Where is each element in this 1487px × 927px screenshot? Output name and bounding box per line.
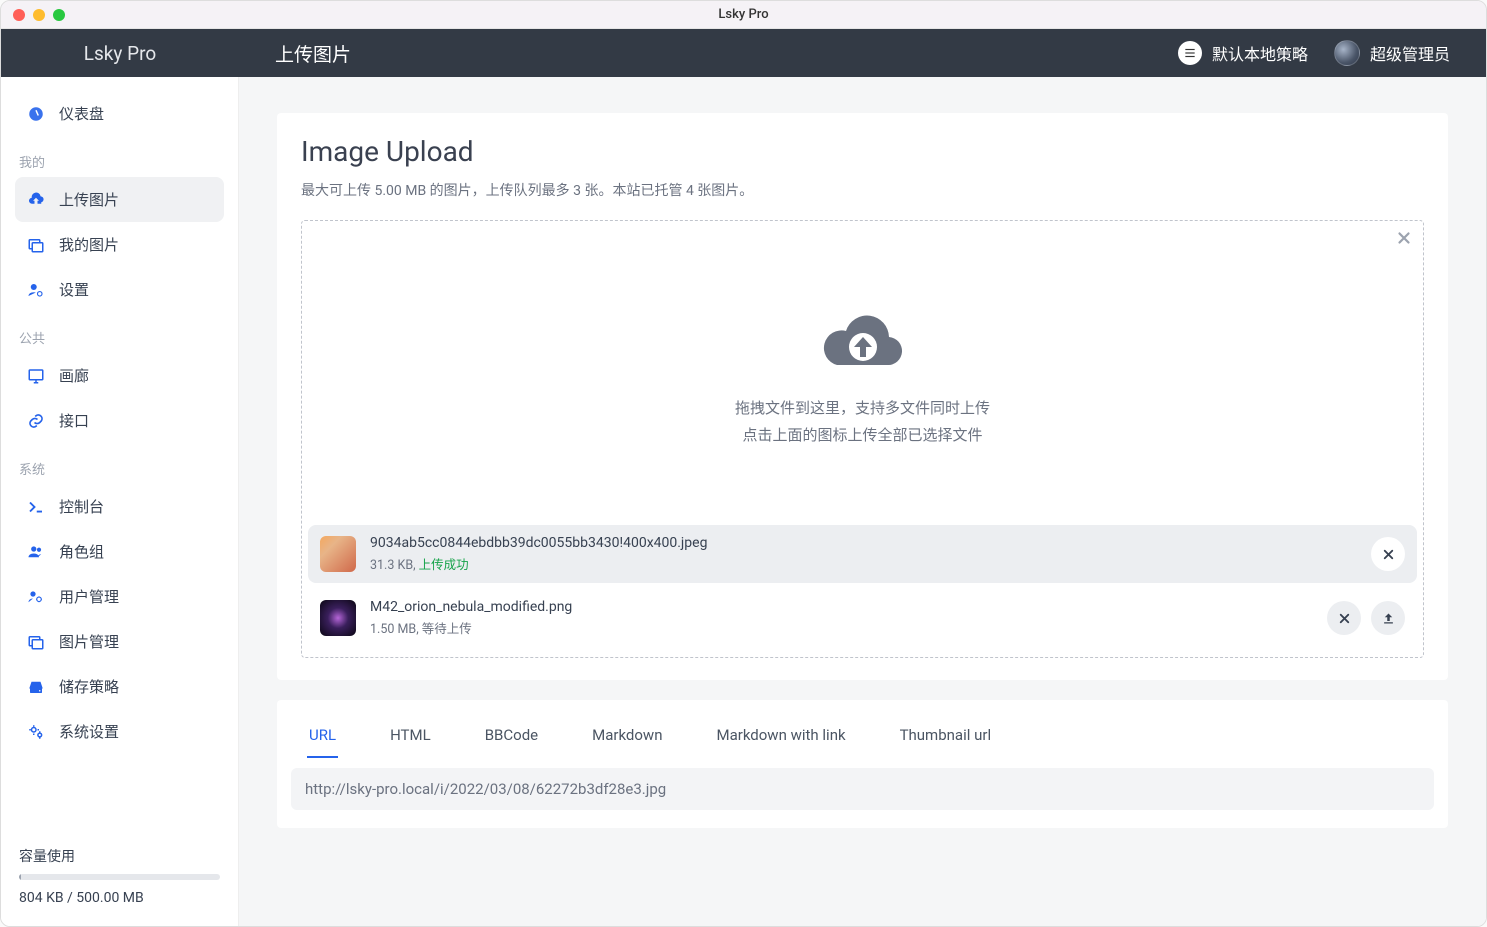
users-icon xyxy=(27,543,45,561)
nav-my-images[interactable]: 我的图片 xyxy=(15,222,224,267)
file-meta: 31.3 KB, 上传成功 xyxy=(370,554,1357,573)
link-output[interactable]: http://lsky-pro.local/i/2022/03/08/62272… xyxy=(291,768,1434,810)
nav-label: 画廊 xyxy=(59,365,89,386)
cloud-upload-icon xyxy=(27,191,45,209)
minimize-window-button[interactable] xyxy=(33,9,45,21)
nav-label: 储存策略 xyxy=(59,676,119,697)
dropzone-inner[interactable]: 拖拽文件到这里，支持多文件同时上传 点击上面的图标上传全部已选择文件 xyxy=(302,221,1423,519)
tab-markdown[interactable]: Markdown xyxy=(590,718,664,758)
nav-label: 控制台 xyxy=(59,496,104,517)
dashboard-icon xyxy=(27,105,45,123)
nav-roles[interactable]: 角色组 xyxy=(15,529,224,574)
upload-card: Image Upload 最大可上传 5.00 MB 的图片，上传队列最多 3 … xyxy=(277,113,1448,680)
nav-api[interactable]: 接口 xyxy=(15,398,224,443)
dropzone-text-2: 点击上面的图标上传全部已选择文件 xyxy=(735,422,990,449)
nav-label: 上传图片 xyxy=(59,189,119,210)
link-icon xyxy=(27,412,45,430)
remove-file-button[interactable] xyxy=(1327,601,1361,635)
capacity-widget: 容量使用 804 KB / 500.00 MB xyxy=(15,836,224,926)
images-icon xyxy=(27,236,45,254)
nav-upload[interactable]: 上传图片 xyxy=(15,177,224,222)
nav-label: 仪表盘 xyxy=(59,103,104,124)
nav-dashboard[interactable]: 仪表盘 xyxy=(15,91,224,136)
users-cog-icon xyxy=(27,588,45,606)
nav-label: 我的图片 xyxy=(59,234,119,255)
app-window: Lsky Pro Lsky Pro 上传图片 默认本地策略 超级管理员 xyxy=(0,0,1487,927)
brand[interactable]: Lsky Pro xyxy=(1,42,239,65)
topbar: Lsky Pro 上传图片 默认本地策略 超级管理员 xyxy=(1,29,1486,77)
cogs-icon xyxy=(27,723,45,741)
page-subtitle: 最大可上传 5.00 MB 的图片，上传队列最多 3 张。本站已托管 4 张图片… xyxy=(301,180,1424,200)
tab-html[interactable]: HTML xyxy=(388,718,433,758)
main-content: Image Upload 最大可上传 5.00 MB 的图片，上传队列最多 3 … xyxy=(239,77,1486,926)
upload-file-button[interactable] xyxy=(1371,601,1405,635)
monitor-icon xyxy=(27,367,45,385)
tab-thumbnail[interactable]: Thumbnail url xyxy=(898,718,994,758)
user-menu[interactable]: 超级管理员 xyxy=(1334,40,1450,66)
user-cog-icon xyxy=(27,281,45,299)
nav-label: 系统设置 xyxy=(59,721,119,742)
tab-url[interactable]: URL xyxy=(307,718,338,758)
nav-settings[interactable]: 设置 xyxy=(15,267,224,312)
cloud-upload-icon xyxy=(819,311,907,377)
nav-system-settings[interactable]: 系统设置 xyxy=(15,709,224,754)
links-card: URL HTML BBCode Markdown Markdown with l… xyxy=(277,700,1448,828)
dropzone-text-1: 拖拽文件到这里，支持多文件同时上传 xyxy=(735,395,990,422)
remove-file-button[interactable] xyxy=(1371,537,1405,571)
capacity-bar xyxy=(19,874,220,880)
strategy-label: 默认本地策略 xyxy=(1212,41,1308,65)
file-row[interactable]: M42_orion_nebula_modified.png 1.50 MB, 等… xyxy=(308,589,1417,647)
nav-image-manage[interactable]: 图片管理 xyxy=(15,619,224,664)
list-icon xyxy=(1178,41,1202,65)
nav-label: 接口 xyxy=(59,410,89,431)
nav-user-manage[interactable]: 用户管理 xyxy=(15,574,224,619)
drive-icon xyxy=(27,678,45,696)
file-name: M42_orion_nebula_modified.png xyxy=(370,599,1313,615)
link-tabs: URL HTML BBCode Markdown Markdown with l… xyxy=(287,714,1438,758)
images-icon xyxy=(27,633,45,651)
tab-markdown-link[interactable]: Markdown with link xyxy=(715,718,848,758)
maximize-window-button[interactable] xyxy=(53,9,65,21)
capacity-text: 804 KB / 500.00 MB xyxy=(19,890,220,906)
page-title: Image Upload xyxy=(301,135,1424,168)
sidebar: 仪表盘 我的 上传图片 我的图片 设置 公共 xyxy=(1,77,239,926)
page-header-title: 上传图片 xyxy=(239,40,1178,67)
clear-queue-button[interactable] xyxy=(1395,229,1413,251)
user-name: 超级管理员 xyxy=(1370,41,1450,65)
close-window-button[interactable] xyxy=(13,9,25,21)
file-name: 9034ab5cc0844ebdbb39dc0055bb3430!400x400… xyxy=(370,535,1357,551)
nav-label: 设置 xyxy=(59,279,89,300)
nav-console[interactable]: 控制台 xyxy=(15,484,224,529)
mac-titlebar: Lsky Pro xyxy=(1,1,1486,29)
terminal-icon xyxy=(27,498,45,516)
dropzone[interactable]: 拖拽文件到这里，支持多文件同时上传 点击上面的图标上传全部已选择文件 9034a… xyxy=(301,220,1424,658)
capacity-label: 容量使用 xyxy=(19,846,220,866)
nav-group-system: 系统 xyxy=(15,443,224,484)
nav-label: 图片管理 xyxy=(59,631,119,652)
nav-gallery[interactable]: 画廊 xyxy=(15,353,224,398)
file-thumbnail xyxy=(320,600,356,636)
window-title: Lsky Pro xyxy=(718,7,768,22)
nav-label: 用户管理 xyxy=(59,586,119,607)
strategy-selector[interactable]: 默认本地策略 xyxy=(1178,41,1308,65)
file-row[interactable]: 9034ab5cc0844ebdbb39dc0055bb3430!400x400… xyxy=(308,525,1417,583)
tab-bbcode[interactable]: BBCode xyxy=(483,718,540,758)
avatar xyxy=(1334,40,1360,66)
nav-group-public: 公共 xyxy=(15,312,224,353)
file-meta: 1.50 MB, 等待上传 xyxy=(370,618,1313,637)
file-thumbnail xyxy=(320,536,356,572)
nav-label: 角色组 xyxy=(59,541,104,562)
nav-group-my: 我的 xyxy=(15,136,224,177)
nav-storage[interactable]: 储存策略 xyxy=(15,664,224,709)
